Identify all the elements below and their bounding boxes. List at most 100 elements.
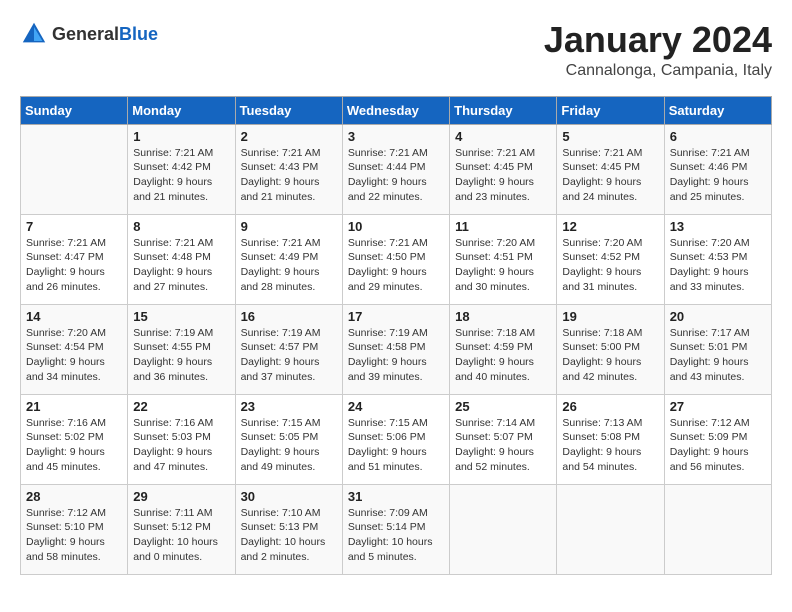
page-header: GeneralBlue January 2024 Cannalonga, Cam… [20, 20, 772, 80]
calendar-cell: 24 Sunrise: 7:15 AMSunset: 5:06 PMDayligh… [342, 394, 449, 484]
calendar-cell: 9Sunrise: 7:21 AMSunset: 4:49 PMDaylight… [235, 214, 342, 304]
calendar-week-2: 7 Sunrise: 7:21 AMSunset: 4:47 PMDaylight… [21, 214, 772, 304]
day-number: 10 [348, 219, 444, 234]
day-number: 30 [241, 489, 337, 504]
calendar-cell: 19Sunrise: 7:18 AMSunset: 5:00 PMDayligh… [557, 304, 664, 394]
day-number: 3 [348, 129, 444, 144]
day-number: 12 [562, 219, 658, 234]
logo-icon [20, 20, 48, 48]
month-title: January 2024 [544, 20, 772, 60]
day-number: 13 [670, 219, 766, 234]
day-number: 1 [133, 129, 229, 144]
day-number: 6 [670, 129, 766, 144]
calendar-body: 1 Sunrise: 7:21 AMSunset: 4:42 PMDaylight… [21, 124, 772, 574]
day-info: Sunrise: 7:20 AMSunset: 4:54 PMDaylight:… [26, 326, 122, 385]
calendar-cell: 8 Sunrise: 7:21 AMSunset: 4:48 PMDaylight… [128, 214, 235, 304]
day-info: Sunrise: 7:11 AMSunset: 5:12 PMDaylight:… [133, 506, 229, 565]
day-number: 25 [455, 399, 551, 414]
logo: GeneralBlue [20, 20, 158, 48]
calendar-cell: 22 Sunrise: 7:16 AMSunset: 5:03 PMDayligh… [128, 394, 235, 484]
day-info: Sunrise: 7:09 AMSunset: 5:14 PMDaylight:… [348, 506, 444, 565]
day-info: Sunrise: 7:21 AMSunset: 4:48 PMDaylight:… [133, 236, 229, 295]
day-info: Sunrise: 7:18 AMSunset: 4:59 PMDaylight:… [455, 326, 551, 385]
day-info: Sunrise: 7:17 AMSunset: 5:01 PMDaylight:… [670, 326, 766, 385]
calendar-cell [21, 124, 128, 214]
day-info: Sunrise: 7:15 AMSunset: 5:06 PMDaylight:… [348, 416, 444, 475]
calendar-week-1: 1 Sunrise: 7:21 AMSunset: 4:42 PMDaylight… [21, 124, 772, 214]
calendar-cell: 5Sunrise: 7:21 AMSunset: 4:45 PMDaylight… [557, 124, 664, 214]
calendar-cell: 14 Sunrise: 7:20 AMSunset: 4:54 PMDayligh… [21, 304, 128, 394]
weekday-header-wednesday: Wednesday [342, 96, 449, 124]
day-number: 28 [26, 489, 122, 504]
day-info: Sunrise: 7:18 AMSunset: 5:00 PMDaylight:… [562, 326, 658, 385]
calendar-cell: 12Sunrise: 7:20 AMSunset: 4:52 PMDayligh… [557, 214, 664, 304]
day-number: 22 [133, 399, 229, 414]
day-info: Sunrise: 7:10 AMSunset: 5:13 PMDaylight:… [241, 506, 337, 565]
weekday-header-row: SundayMondayTuesdayWednesdayThursdayFrid… [21, 96, 772, 124]
day-info: Sunrise: 7:21 AMSunset: 4:46 PMDaylight:… [670, 146, 766, 205]
logo-text-general: General [52, 24, 119, 44]
weekday-header-saturday: Saturday [664, 96, 771, 124]
day-number: 29 [133, 489, 229, 504]
day-info: Sunrise: 7:12 AMSunset: 5:10 PMDaylight:… [26, 506, 122, 565]
location-title: Cannalonga, Campania, Italy [544, 62, 772, 80]
logo-text-blue: Blue [119, 24, 158, 44]
day-number: 7 [26, 219, 122, 234]
day-number: 16 [241, 309, 337, 324]
calendar-cell: 31 Sunrise: 7:09 AMSunset: 5:14 PMDayligh… [342, 484, 449, 574]
calendar-cell: 2Sunrise: 7:21 AMSunset: 4:43 PMDaylight… [235, 124, 342, 214]
calendar-cell: 29 Sunrise: 7:11 AMSunset: 5:12 PMDayligh… [128, 484, 235, 574]
day-number: 8 [133, 219, 229, 234]
calendar-week-3: 14 Sunrise: 7:20 AMSunset: 4:54 PMDayligh… [21, 304, 772, 394]
calendar-week-5: 28 Sunrise: 7:12 AMSunset: 5:10 PMDayligh… [21, 484, 772, 574]
day-number: 31 [348, 489, 444, 504]
day-info: Sunrise: 7:15 AMSunset: 5:05 PMDaylight:… [241, 416, 337, 475]
day-info: Sunrise: 7:16 AMSunset: 5:03 PMDaylight:… [133, 416, 229, 475]
day-number: 27 [670, 399, 766, 414]
day-info: Sunrise: 7:21 AMSunset: 4:43 PMDaylight:… [241, 146, 337, 205]
calendar-cell: 21Sunrise: 7:16 AMSunset: 5:02 PMDayligh… [21, 394, 128, 484]
calendar-cell: 6 Sunrise: 7:21 AMSunset: 4:46 PMDaylight… [664, 124, 771, 214]
day-info: Sunrise: 7:21 AMSunset: 4:42 PMDaylight:… [133, 146, 229, 205]
calendar-cell: 3 Sunrise: 7:21 AMSunset: 4:44 PMDaylight… [342, 124, 449, 214]
calendar-cell: 15Sunrise: 7:19 AMSunset: 4:55 PMDayligh… [128, 304, 235, 394]
calendar-cell: 11 Sunrise: 7:20 AMSunset: 4:51 PMDayligh… [450, 214, 557, 304]
calendar-cell: 20Sunrise: 7:17 AMSunset: 5:01 PMDayligh… [664, 304, 771, 394]
day-info: Sunrise: 7:21 AMSunset: 4:47 PMDaylight:… [26, 236, 122, 295]
day-info: Sunrise: 7:20 AMSunset: 4:53 PMDaylight:… [670, 236, 766, 295]
weekday-header-monday: Monday [128, 96, 235, 124]
calendar-cell: 7 Sunrise: 7:21 AMSunset: 4:47 PMDaylight… [21, 214, 128, 304]
day-number: 11 [455, 219, 551, 234]
day-number: 17 [348, 309, 444, 324]
day-info: Sunrise: 7:20 AMSunset: 4:51 PMDaylight:… [455, 236, 551, 295]
calendar-cell: 13 Sunrise: 7:20 AMSunset: 4:53 PMDayligh… [664, 214, 771, 304]
calendar-week-4: 21Sunrise: 7:16 AMSunset: 5:02 PMDayligh… [21, 394, 772, 484]
calendar-cell [664, 484, 771, 574]
day-info: Sunrise: 7:21 AMSunset: 4:44 PMDaylight:… [348, 146, 444, 205]
day-info: Sunrise: 7:21 AMSunset: 4:45 PMDaylight:… [562, 146, 658, 205]
weekday-header-sunday: Sunday [21, 96, 128, 124]
day-number: 24 [348, 399, 444, 414]
calendar-cell: 18 Sunrise: 7:18 AMSunset: 4:59 PMDayligh… [450, 304, 557, 394]
calendar-cell: 17 Sunrise: 7:19 AMSunset: 4:58 PMDayligh… [342, 304, 449, 394]
day-info: Sunrise: 7:19 AMSunset: 4:58 PMDaylight:… [348, 326, 444, 385]
weekday-header-friday: Friday [557, 96, 664, 124]
calendar-cell: 25 Sunrise: 7:14 AMSunset: 5:07 PMDayligh… [450, 394, 557, 484]
day-info: Sunrise: 7:14 AMSunset: 5:07 PMDaylight:… [455, 416, 551, 475]
calendar-cell: 1 Sunrise: 7:21 AMSunset: 4:42 PMDaylight… [128, 124, 235, 214]
day-info: Sunrise: 7:19 AMSunset: 4:55 PMDaylight:… [133, 326, 229, 385]
day-number: 26 [562, 399, 658, 414]
calendar-cell: 30 Sunrise: 7:10 AMSunset: 5:13 PMDayligh… [235, 484, 342, 574]
day-info: Sunrise: 7:21 AMSunset: 4:50 PMDaylight:… [348, 236, 444, 295]
day-number: 18 [455, 309, 551, 324]
weekday-header-tuesday: Tuesday [235, 96, 342, 124]
day-number: 14 [26, 309, 122, 324]
calendar-cell: 26Sunrise: 7:13 AMSunset: 5:08 PMDayligh… [557, 394, 664, 484]
calendar-cell: 27 Sunrise: 7:12 AMSunset: 5:09 PMDayligh… [664, 394, 771, 484]
calendar-cell: 10 Sunrise: 7:21 AMSunset: 4:50 PMDayligh… [342, 214, 449, 304]
day-info: Sunrise: 7:12 AMSunset: 5:09 PMDaylight:… [670, 416, 766, 475]
calendar-cell: 23Sunrise: 7:15 AMSunset: 5:05 PMDayligh… [235, 394, 342, 484]
title-block: January 2024 Cannalonga, Campania, Italy [544, 20, 772, 80]
calendar-table: SundayMondayTuesdayWednesdayThursdayFrid… [20, 96, 772, 575]
weekday-header-thursday: Thursday [450, 96, 557, 124]
